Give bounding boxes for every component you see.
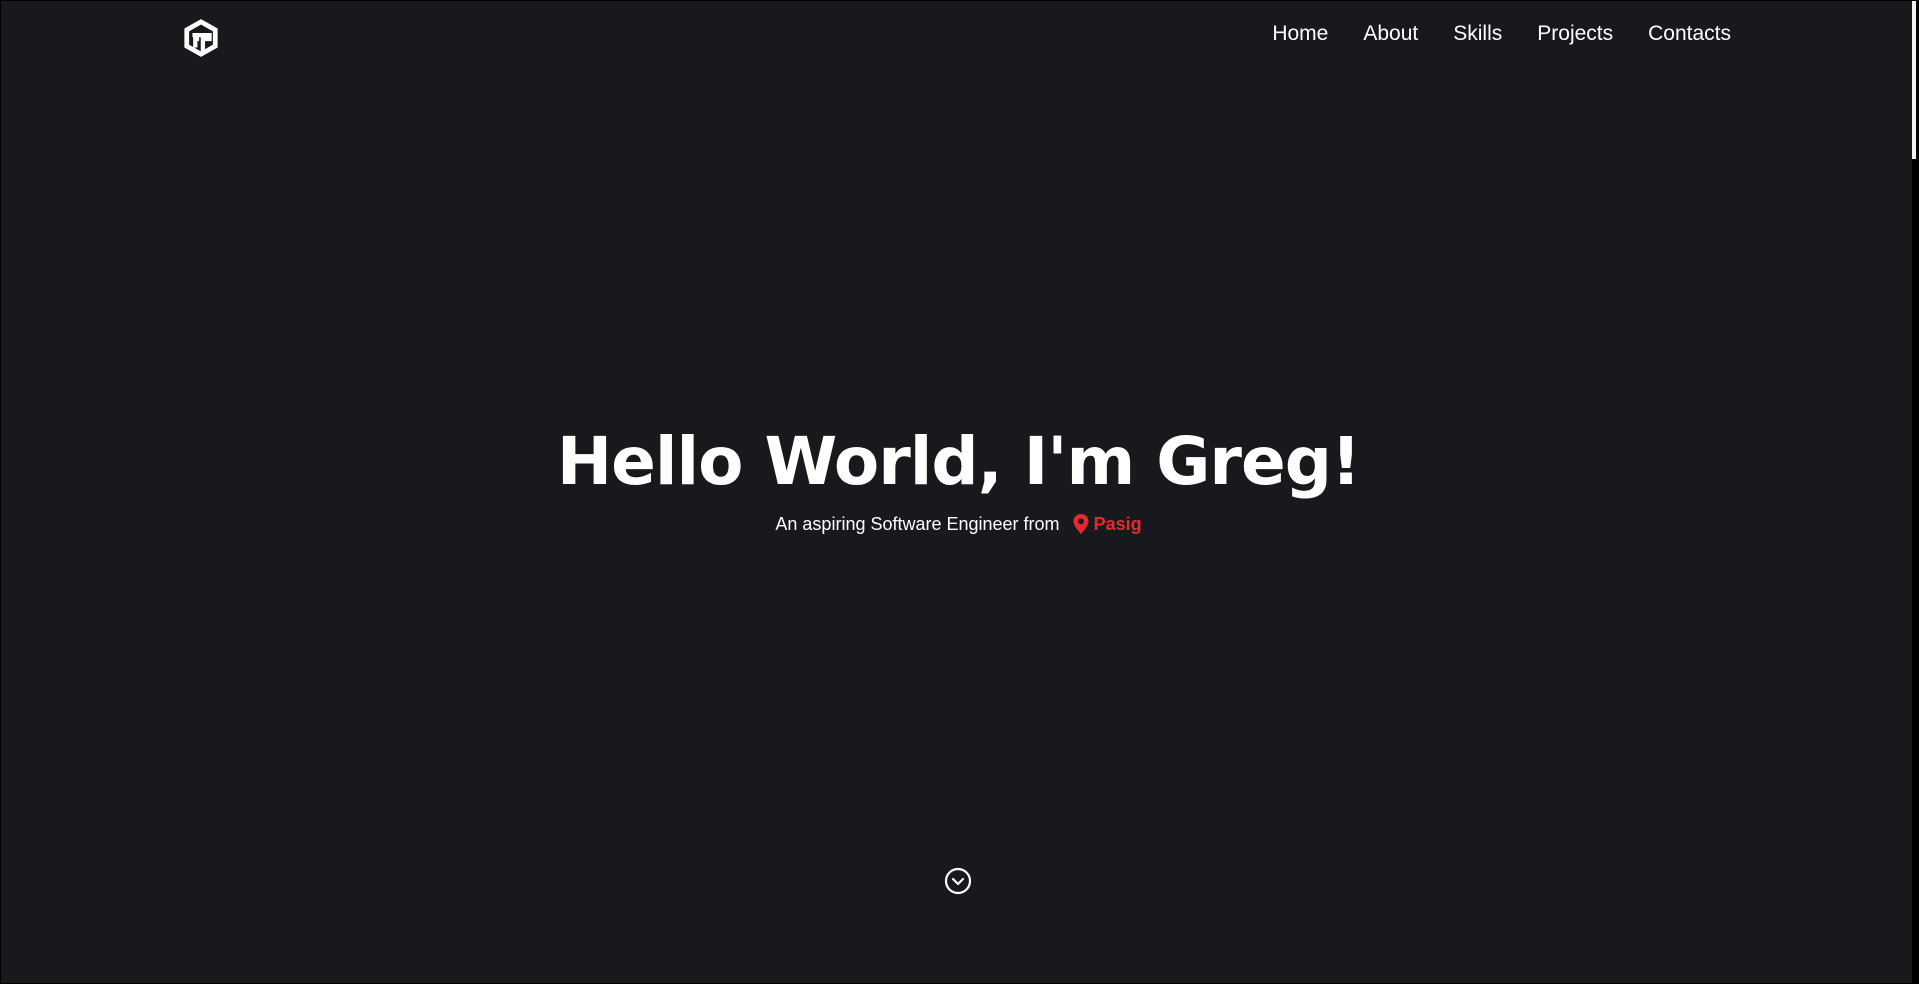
hero-subtitle: An aspiring Software Engineer from [775, 514, 1060, 534]
gg-hexagon-logo-icon[interactable] [182, 19, 220, 57]
page: Home About Skills Projects Contacts Hell… [1, 1, 1916, 983]
nav-link-projects[interactable]: Projects [1537, 19, 1613, 49]
map-pin-icon [1073, 514, 1089, 534]
nav-link-home[interactable]: Home [1272, 19, 1328, 49]
scrollbar-thumb[interactable] [1912, 1, 1916, 159]
hero-subtitle-row: An aspiring Software Engineer from Pasig [1, 512, 1916, 536]
nav-link-skills[interactable]: Skills [1453, 19, 1502, 49]
nav-menu: Home About Skills Projects Contacts [1237, 19, 1731, 49]
navbar: Home About Skills Projects Contacts [1, 1, 1916, 69]
location-badge: Pasig [1072, 512, 1142, 536]
hero-section: Hello World, I'm Greg! An aspiring Softw… [1, 421, 1916, 536]
nav-link-about[interactable]: About [1363, 19, 1418, 49]
hero-title: Hello World, I'm Greg! [556, 423, 1361, 500]
location-name: Pasig [1093, 514, 1142, 534]
nav-link-contacts[interactable]: Contacts [1648, 19, 1731, 49]
chevron-down-circle-icon[interactable] [944, 867, 972, 895]
